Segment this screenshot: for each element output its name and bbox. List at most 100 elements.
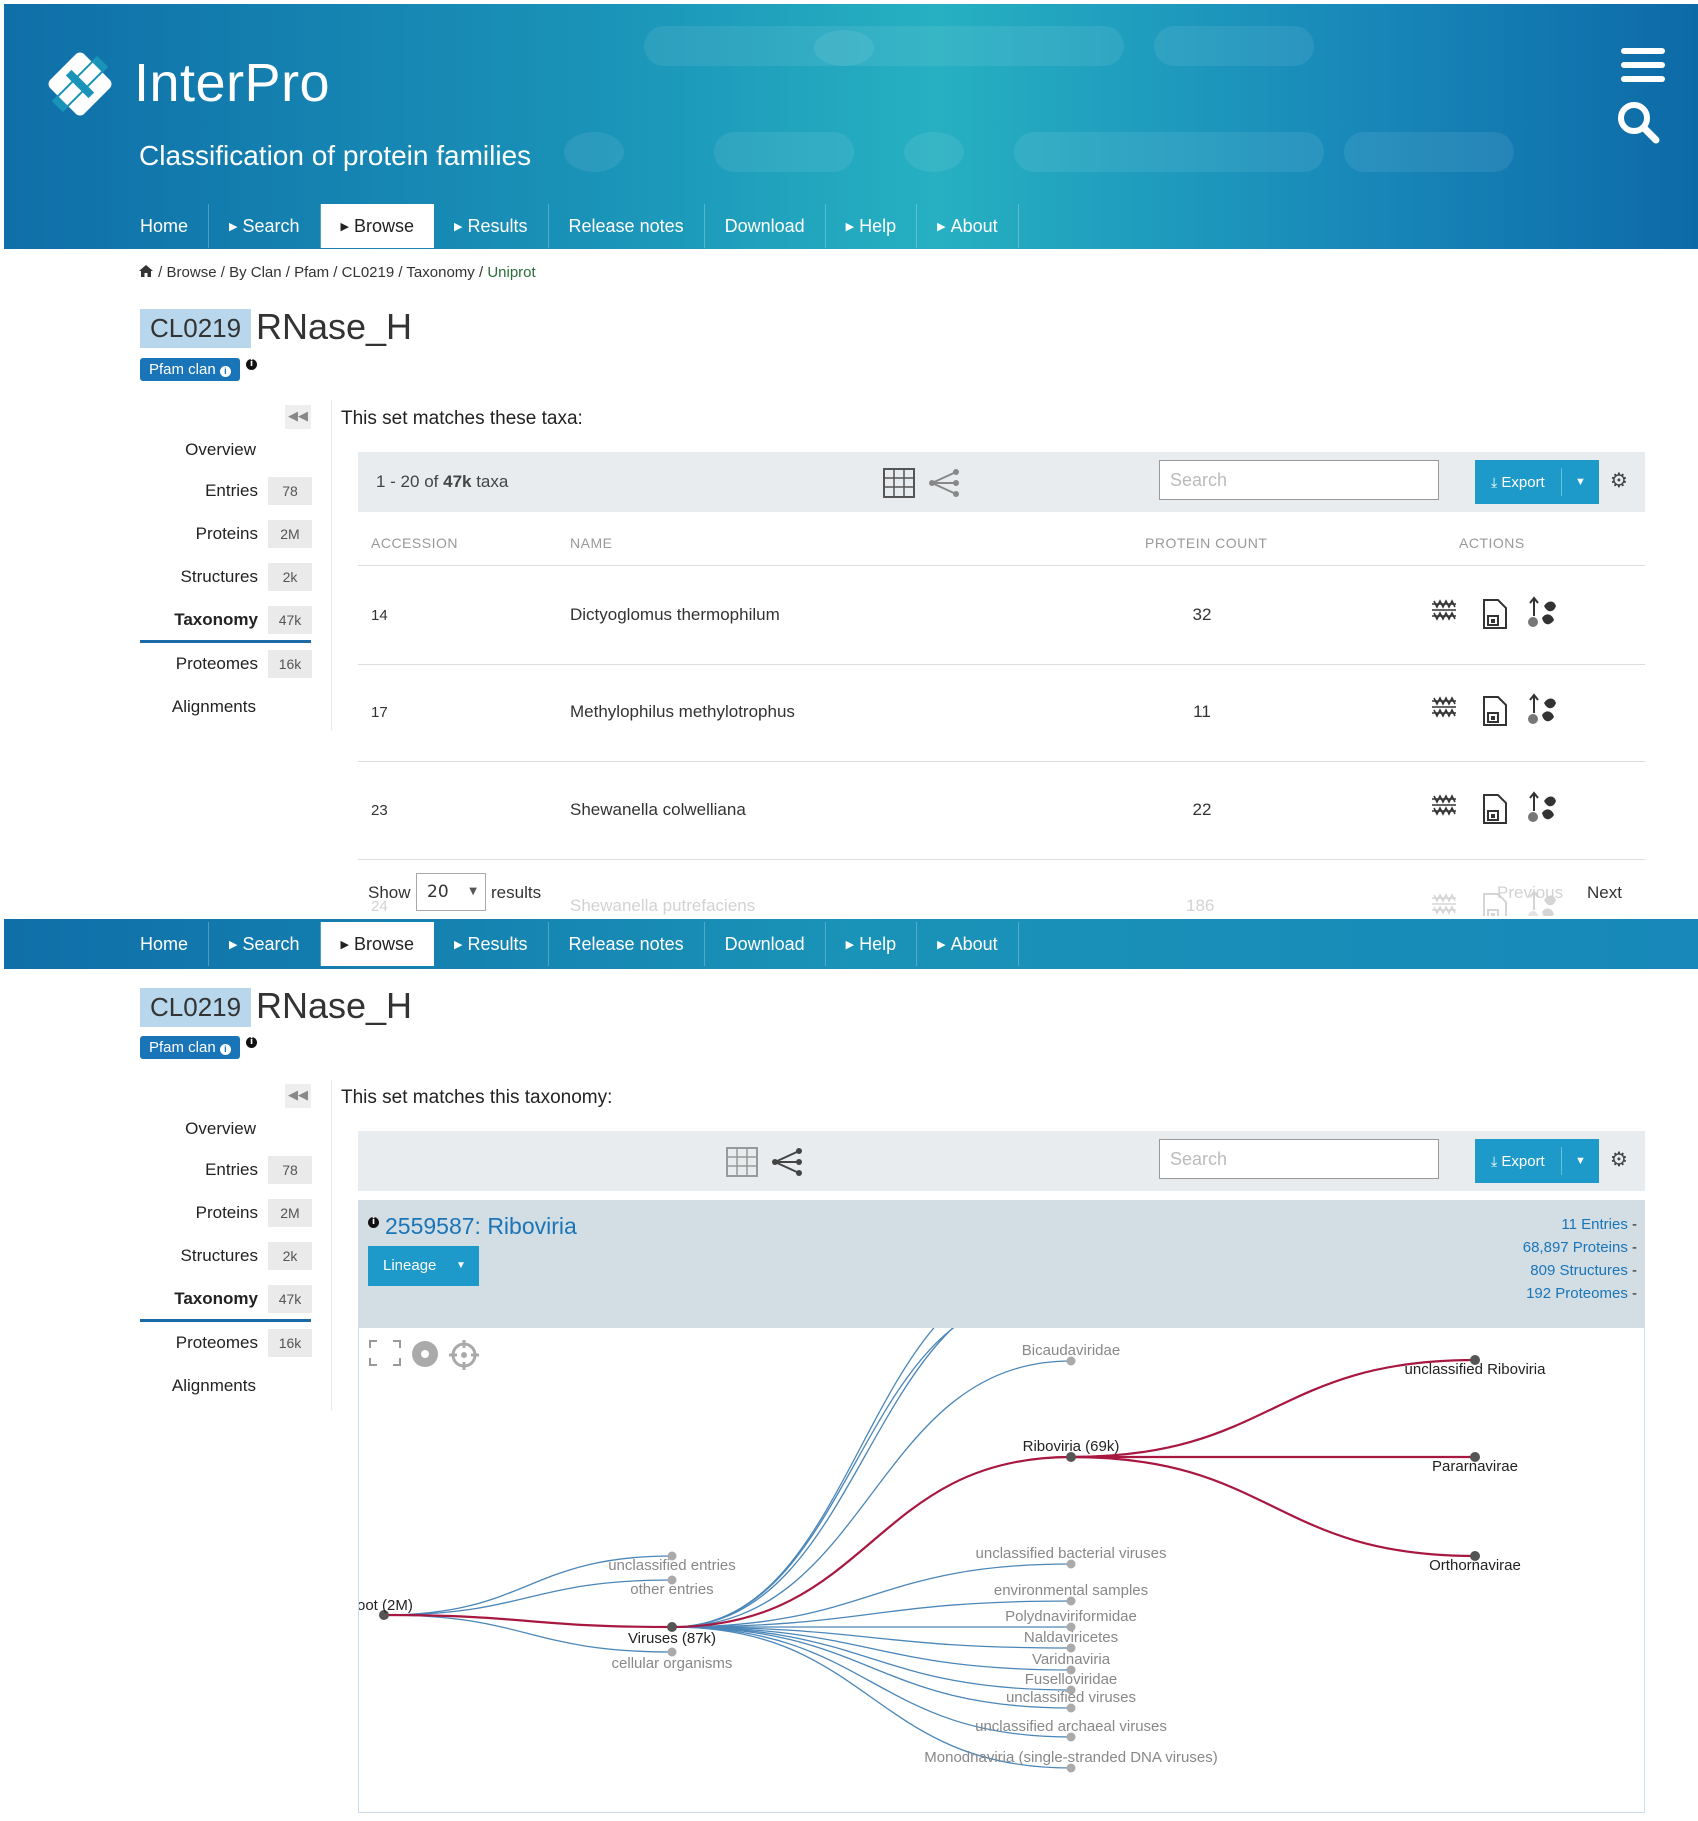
tree-node-label-monodna[interactable]: Monodnaviria (single-stranded DNA viruse… <box>924 1749 1217 1766</box>
alignment-icon[interactable] <box>1432 893 1456 915</box>
table-view-icon[interactable] <box>726 1147 758 1177</box>
page-size-select[interactable]: 20 ▼ <box>416 873 486 911</box>
taxonomy-tree-panel[interactable]: oot (2M) unclassified entries other entrie… <box>358 1328 1645 1813</box>
export-button[interactable]: ⤓ Export ▼ <box>1475 1139 1599 1183</box>
sidebar-item-proteomes[interactable]: Proteomes <box>176 1333 258 1353</box>
tree-node-label-polydna[interactable]: Polydnaviriformidae <box>1005 1608 1137 1625</box>
nav-download[interactable]: Download <box>705 922 826 966</box>
sidebar-item-taxonomy[interactable]: Taxonomy <box>174 610 258 630</box>
tree-node-label-fusello[interactable]: Fuselloviridae <box>1025 1671 1118 1688</box>
interpro-logo-icon[interactable] <box>42 46 118 122</box>
table-cell-name[interactable]: Shewanella colwelliana <box>570 800 746 820</box>
breadcrumb-taxonomy[interactable]: Taxonomy <box>406 264 474 281</box>
export-button[interactable]: ⤓ Export ▼ <box>1475 460 1599 504</box>
stat-structures-text[interactable]: 809 Structures <box>1530 1262 1628 1279</box>
tree-node-label-root[interactable]: oot (2M) <box>359 1597 413 1614</box>
info-icon[interactable]: i <box>368 1217 379 1228</box>
breadcrumb-pfam[interactable]: Pfam <box>294 264 329 281</box>
stat-proteins-text[interactable]: 68,897 Proteins <box>1523 1239 1628 1256</box>
tree-node-label-naldav[interactable]: Naldaviricetes <box>1024 1629 1118 1646</box>
column-header-accession[interactable]: ACCESSION <box>371 535 458 551</box>
taxon-title-link[interactable]: 2559587: Riboviria <box>385 1213 577 1240</box>
info-icon[interactable]: i <box>246 359 257 370</box>
column-header-protein-count[interactable]: PROTEIN COUNT <box>1145 535 1267 551</box>
table-cell-accession[interactable]: 14 <box>371 607 388 624</box>
tree-view-icon[interactable] <box>771 1147 803 1177</box>
sidebar-item-proteomes[interactable]: Proteomes <box>176 654 258 674</box>
nav-browse[interactable]: ▶ Browse <box>320 922 435 966</box>
nav-search[interactable]: ▶ Search <box>209 922 321 966</box>
stat-entries[interactable]: 11 Entries - <box>1561 1216 1637 1233</box>
tree-node-label-riboviria[interactable]: Riboviria (69k) <box>1023 1438 1120 1455</box>
table-cell-name[interactable]: Dictyoglomus thermophilum <box>570 605 780 625</box>
sidebar-item-overview[interactable]: Overview <box>185 1119 256 1139</box>
tree-node-label-ucribo[interactable]: unclassified Riboviria <box>1405 1361 1547 1378</box>
caret-down-icon[interactable]: ▼ <box>1575 460 1586 504</box>
nav-search[interactable]: ▶ Search <box>209 204 321 248</box>
table-cell-protein-count[interactable]: 22 <box>1180 800 1224 820</box>
entry-type-tag[interactable]: Pfam clan i <box>140 1036 240 1059</box>
lineage-dropdown-button[interactable]: Lineage ▼ <box>368 1246 479 1286</box>
tree-node-label-bicauda[interactable]: Bicaudaviridae <box>1022 1342 1120 1359</box>
nav-about[interactable]: ▶ About <box>917 204 1019 248</box>
stat-entries-text[interactable]: 11 Entries <box>1561 1216 1627 1233</box>
stat-proteomes[interactable]: 192 Proteomes - <box>1526 1285 1637 1302</box>
stat-proteins[interactable]: 68,897 Proteins - <box>1523 1239 1637 1256</box>
caret-down-icon[interactable]: ▼ <box>1575 1139 1586 1183</box>
alignment-icon[interactable] <box>1432 599 1456 621</box>
collapse-left-icon[interactable]: ◀◀ <box>285 405 311 429</box>
taxonomy-tree-icon[interactable] <box>1528 791 1556 822</box>
tree-node-label-other[interactable]: other entries <box>630 1581 713 1598</box>
nav-help[interactable]: ▶ Help <box>826 204 918 248</box>
sidebar-item-proteins[interactable]: Proteins <box>196 524 258 544</box>
nav-results[interactable]: ▶ Results <box>434 922 549 966</box>
sidebar-item-entries[interactable]: Entries <box>205 1160 258 1180</box>
save-fasta-icon[interactable] <box>1483 696 1507 726</box>
sidebar-item-taxonomy[interactable]: Taxonomy <box>174 1289 258 1309</box>
gear-icon[interactable]: ⚙ <box>1610 468 1628 492</box>
table-cell-accession[interactable]: 23 <box>371 802 388 819</box>
stat-structures[interactable]: 809 Structures - <box>1530 1262 1637 1279</box>
entry-type-tag[interactable]: Pfam clan i <box>140 358 240 381</box>
info-icon[interactable]: i <box>246 1037 257 1048</box>
home-icon[interactable] <box>138 264 154 278</box>
sidebar-item-alignments[interactable]: Alignments <box>172 697 256 717</box>
nav-release-notes[interactable]: Release notes <box>549 922 705 966</box>
tree-node-label-uc-entries[interactable]: unclassified entries <box>608 1557 736 1574</box>
menu-icon[interactable] <box>1621 48 1665 82</box>
stat-proteomes-text[interactable]: 192 Proteomes <box>1526 1285 1628 1302</box>
search-icon[interactable] <box>1616 100 1660 144</box>
taxonomy-tree-svg[interactable]: oot (2M) unclassified entries other entrie… <box>359 1328 1644 1812</box>
tree-node-label-ucbact[interactable]: unclassified bacterial viruses <box>976 1545 1167 1562</box>
tree-node-label-cellular[interactable]: cellular organisms <box>612 1655 733 1672</box>
save-fasta-icon[interactable] <box>1483 794 1507 824</box>
nav-home[interactable]: Home <box>120 922 210 966</box>
column-header-name[interactable]: NAME <box>570 535 612 551</box>
save-fasta-icon[interactable] <box>1483 599 1507 629</box>
nav-help[interactable]: ▶ Help <box>826 922 918 966</box>
next-page-button[interactable]: Next <box>1587 883 1622 903</box>
table-view-icon[interactable] <box>883 468 915 498</box>
sidebar-item-proteins[interactable]: Proteins <box>196 1203 258 1223</box>
breadcrumb-cl0219[interactable]: CL0219 <box>342 264 395 281</box>
sidebar-item-structures[interactable]: Structures <box>181 567 258 587</box>
tree-node-label-viruses[interactable]: Viruses (87k) <box>628 1630 716 1647</box>
tree-node-label-varidna[interactable]: Varidnaviria <box>1032 1651 1111 1668</box>
nav-release-notes[interactable]: Release notes <box>549 204 705 248</box>
breadcrumb-browse[interactable]: Browse <box>167 264 217 281</box>
taxonomy-tree-icon[interactable] <box>1528 596 1556 627</box>
taxonomy-tree-icon[interactable] <box>1528 693 1556 724</box>
table-cell-protein-count[interactable]: 11 <box>1180 702 1224 722</box>
alignment-icon[interactable] <box>1432 794 1456 816</box>
tree-node-label-orthorna[interactable]: Orthornavirae <box>1429 1557 1521 1574</box>
tree-node-label-pararna[interactable]: Pararnavirae <box>1432 1458 1518 1475</box>
nav-download[interactable]: Download <box>705 204 826 248</box>
nav-home[interactable]: Home <box>120 204 210 248</box>
table-search-input[interactable]: Search <box>1159 460 1439 500</box>
gear-icon[interactable]: ⚙ <box>1610 1147 1628 1171</box>
sidebar-item-overview[interactable]: Overview <box>185 440 256 460</box>
nav-about[interactable]: ▶ About <box>917 922 1019 966</box>
tree-view-icon[interactable] <box>928 468 960 498</box>
sidebar-item-structures[interactable]: Structures <box>181 1246 258 1266</box>
table-cell-accession[interactable]: 17 <box>371 704 388 721</box>
